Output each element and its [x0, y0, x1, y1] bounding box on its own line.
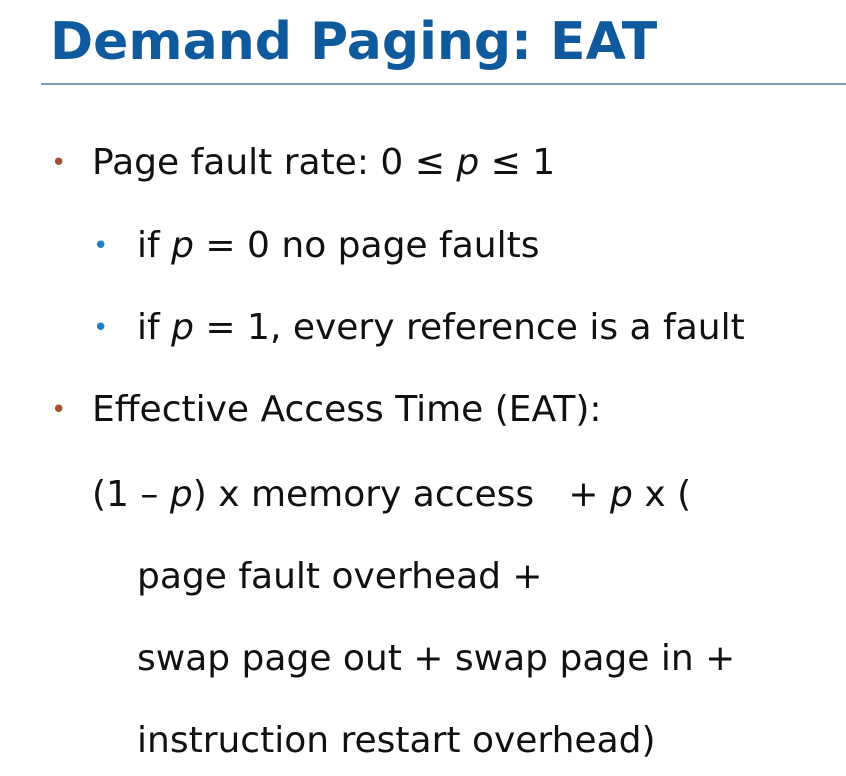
text-segment: ≤ 1	[479, 142, 556, 183]
title-divider	[41, 83, 846, 85]
bullet-page-fault-rate: Page fault rate: 0 ≤ p ≤ 1	[92, 141, 555, 185]
sub-bullet-marker: •	[93, 231, 109, 261]
variable-p: p	[169, 474, 193, 515]
text-segment: if	[137, 307, 172, 348]
text-segment: (1 –	[92, 474, 170, 515]
formula-line-1: (1 – p) x memory access + p x (	[92, 473, 691, 517]
bullet-marker: •	[51, 395, 67, 425]
text-segment: ) x memory access +	[192, 474, 611, 515]
formula-line-4: instruction restart overhead)	[137, 720, 656, 761]
bullet-marker: •	[51, 148, 67, 178]
text-segment: if	[137, 225, 172, 266]
variable-p: p	[456, 142, 480, 183]
formula-line-2: page fault overhead +	[137, 556, 543, 597]
formula-line-3: swap page out + swap page in +	[137, 638, 736, 679]
sub-bullet-every-fault: if p = 1, every reference is a fault	[137, 306, 745, 350]
text-segment: Page fault rate: 0 ≤	[92, 142, 457, 183]
text-segment: x (	[632, 474, 692, 515]
bullet-eat: Effective Access Time (EAT):	[92, 389, 602, 430]
variable-p: p	[171, 225, 194, 266]
variable-p: p	[171, 307, 194, 348]
slide: Demand Paging: EAT • Page fault rate: 0 …	[0, 0, 846, 776]
sub-bullet-marker: •	[93, 313, 109, 343]
text-segment: = 0 no page faults	[193, 225, 540, 266]
variable-p: p	[610, 474, 633, 515]
slide-title: Demand Paging: EAT	[50, 12, 658, 72]
sub-bullet-no-faults: if p = 0 no page faults	[137, 224, 539, 268]
text-segment: = 1, every reference is a fault	[193, 307, 745, 348]
